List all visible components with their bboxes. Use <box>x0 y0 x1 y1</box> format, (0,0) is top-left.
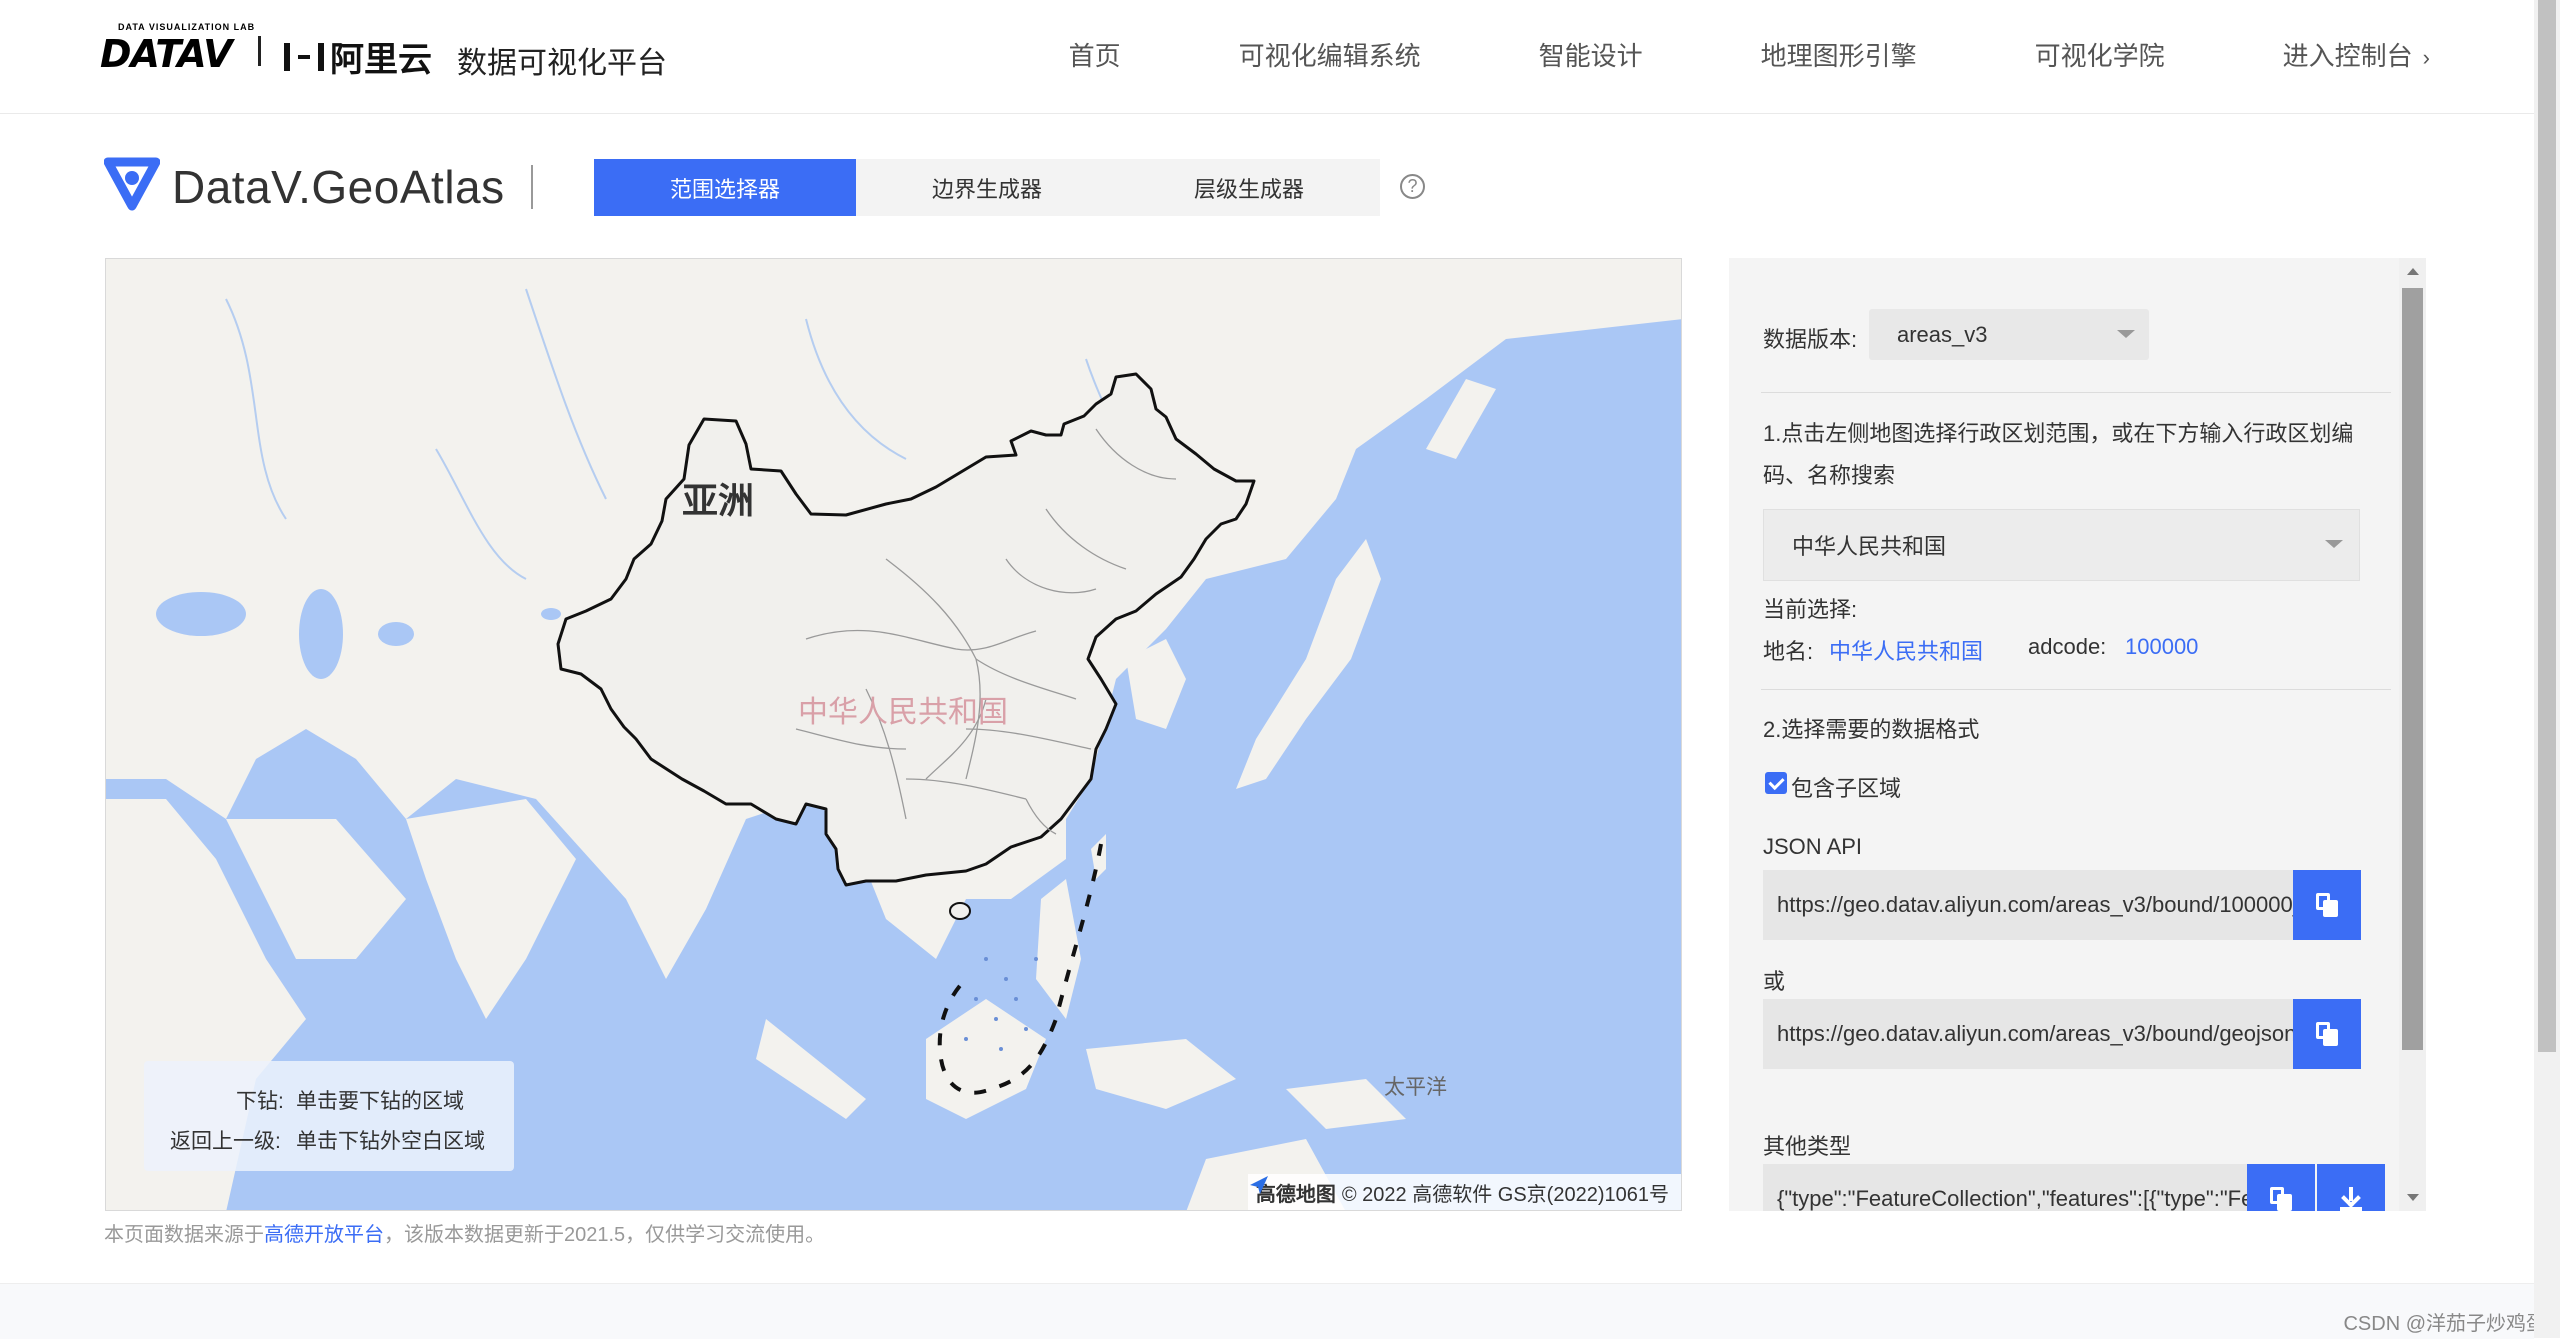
tip-drill-value: 单击要下钻的区域 <box>296 1090 464 1113</box>
version-select[interactable]: areas_v3 <box>1869 309 2149 360</box>
help-icon[interactable]: ? <box>1400 174 1425 199</box>
geojson-url-field[interactable]: https://geo.datav.aliyun.com/areas_v3/bo… <box>1763 999 2293 1069</box>
map-label-continent: 亚洲 <box>682 480 755 521</box>
amap-logo[interactable]: 高德地图 <box>1249 1176 1336 1207</box>
scroll-down-arrow-icon[interactable] <box>2407 1194 2419 1201</box>
footnote-suffix: ，该版本数据更新于2021.5，仅供学习交流使用。 <box>384 1224 826 1246</box>
copy-other-button[interactable] <box>2247 1164 2315 1211</box>
tool-tabs: 范围选择器 边界生成器 层级生成器 <box>594 159 1380 216</box>
region-search-select[interactable]: 中华人民共和国 <box>1763 509 2360 581</box>
tab-level-generator[interactable]: 层级生成器 <box>1118 159 1380 216</box>
current-selection-label: 当前选择: <box>1763 597 1858 622</box>
datav-lab-text: DATA VISUALIZATION LAB <box>118 22 256 32</box>
json-api-url-field[interactable]: https://geo.datav.aliyun.com/areas_v3/bo… <box>1763 870 2293 940</box>
tab-range-selector[interactable]: 范围选择器 <box>594 159 856 216</box>
map-attribution: 高德地图 © 2022 高德软件 GS京(2022)1061号 <box>1247 1174 1681 1210</box>
download-icon <box>2340 1187 2362 1211</box>
tip-drill-key: 下钻: <box>236 1090 284 1113</box>
aliyun-logo[interactable]: 阿里云 <box>284 32 432 81</box>
copy-icon <box>2270 1187 2292 1211</box>
scroll-up-arrow-icon[interactable] <box>2407 268 2419 275</box>
adcode-value: 100000 <box>2125 634 2199 659</box>
or-label: 或 <box>1763 969 1786 994</box>
adcode-key: adcode: <box>2028 634 2107 659</box>
panel-scroll-thumb[interactable] <box>2402 288 2423 1050</box>
copy-json-api-button[interactable] <box>2293 870 2361 940</box>
map-label-country: 中华人民共和国 <box>798 696 1008 729</box>
tab-boundary-generator[interactable]: 边界生成器 <box>856 159 1118 216</box>
download-button[interactable] <box>2317 1164 2385 1211</box>
datav-logo[interactable]: DATA VISUALIZATION LAB DATAV <box>100 22 290 76</box>
nav-console[interactable]: 进入控制台 › <box>2283 36 2430 73</box>
hainan-island <box>949 902 971 920</box>
footnote-prefix: 本页面数据来源于 <box>104 1224 264 1246</box>
nav-editor[interactable]: 可视化编辑系统 <box>1239 36 1421 73</box>
panel-scrollbar[interactable] <box>2399 258 2426 1211</box>
include-subregions-label[interactable]: 包含子区域 <box>1791 771 1901 803</box>
tip-up-key: 返回上一级: <box>170 1130 281 1153</box>
options-panel: 数据版本: areas_v3 1.点击左侧地图选择行政区划范围，或在下方输入行政… <box>1729 258 2426 1211</box>
amap-arrow-icon <box>1249 1176 1268 1194</box>
map-view[interactable]: 亚洲 中华人民共和国 太平洋 下钻: 单击要下钻的区域 返回上一级: 单击下钻外… <box>105 258 1682 1211</box>
place-name-value: 中华人民共和国 <box>1829 639 1984 664</box>
page-scroll-thumb[interactable] <box>2538 0 2556 1052</box>
amap-platform-link[interactable]: 高德开放平台 <box>264 1224 384 1246</box>
chevron-down-icon <box>2117 330 2135 338</box>
chevron-right-icon: › <box>2422 45 2430 70</box>
map-label-ocean: 太平洋 <box>1384 1076 1447 1099</box>
top-navbar: DATA VISUALIZATION LAB DATAV 阿里云 数据可视化平台… <box>0 0 2534 114</box>
copy-geojson-button[interactable] <box>2293 999 2361 1069</box>
aliyun-wordmark: 阿里云 <box>330 41 432 79</box>
map-instruction-box: 下钻: 单击要下钻的区域 返回上一级: 单击下钻外空白区域 <box>144 1061 514 1171</box>
brand-divider <box>258 36 261 66</box>
map-copyright: © 2022 高德软件 GS京(2022)1061号 <box>1341 1183 1669 1206</box>
main-nav: 首页 可视化编辑系统 智能设计 地理图形引擎 可视化学院 进入控制台 › <box>951 36 2430 73</box>
version-label: 数据版本: <box>1763 327 1858 352</box>
copy-icon <box>2316 1022 2338 1046</box>
chevron-down-icon <box>2325 540 2343 548</box>
nav-console-label: 进入控制台 <box>2282 41 2413 71</box>
product-title: DataV.GeoAtlas <box>172 161 505 213</box>
panel-divider <box>1761 392 2391 393</box>
nav-home[interactable]: 首页 <box>1069 36 1121 73</box>
page-footer-band <box>0 1283 2534 1339</box>
step2-text: 2.选择需要的数据格式 <box>1763 717 1980 742</box>
geoatlas-logo-icon <box>104 157 160 211</box>
copy-icon <box>2316 893 2338 917</box>
include-subregions-checkbox[interactable] <box>1765 772 1787 794</box>
place-name-key: 地名: <box>1763 639 1814 664</box>
nav-geo-engine[interactable]: 地理图形引擎 <box>1761 36 1917 73</box>
json-api-label: JSON API <box>1763 834 1863 859</box>
datav-wordmark: DATAV <box>100 32 233 76</box>
page-scrollbar[interactable] <box>2534 0 2560 1338</box>
region-select-value: 中华人民共和国 <box>1792 534 1947 559</box>
aliyun-icon <box>284 42 324 71</box>
csdn-watermark: CSDN @洋茄子炒鸡蛋 <box>2343 1313 2546 1335</box>
version-select-value: areas_v3 <box>1897 321 1988 347</box>
title-divider <box>531 165 533 209</box>
other-types-label: 其他类型 <box>1763 1134 1852 1159</box>
panel-divider <box>1761 689 2391 690</box>
data-source-note: 本页面数据来源于高德开放平台，该版本数据更新于2021.5，仅供学习交流使用。 <box>104 1218 825 1247</box>
step1-text-line2: 码、名称搜索 <box>1763 463 1896 488</box>
other-types-field[interactable]: {"type":"FeatureCollection","features":[… <box>1763 1164 2247 1211</box>
platform-title: 数据可视化平台 <box>457 47 667 80</box>
tip-up-value: 单击下钻外空白区域 <box>296 1130 485 1153</box>
nav-academy[interactable]: 可视化学院 <box>2035 36 2165 73</box>
nav-smart-design[interactable]: 智能设计 <box>1539 36 1643 73</box>
step1-text-line1: 1.点击左侧地图选择行政区划范围，或在下方输入行政区划编 <box>1763 421 2354 446</box>
